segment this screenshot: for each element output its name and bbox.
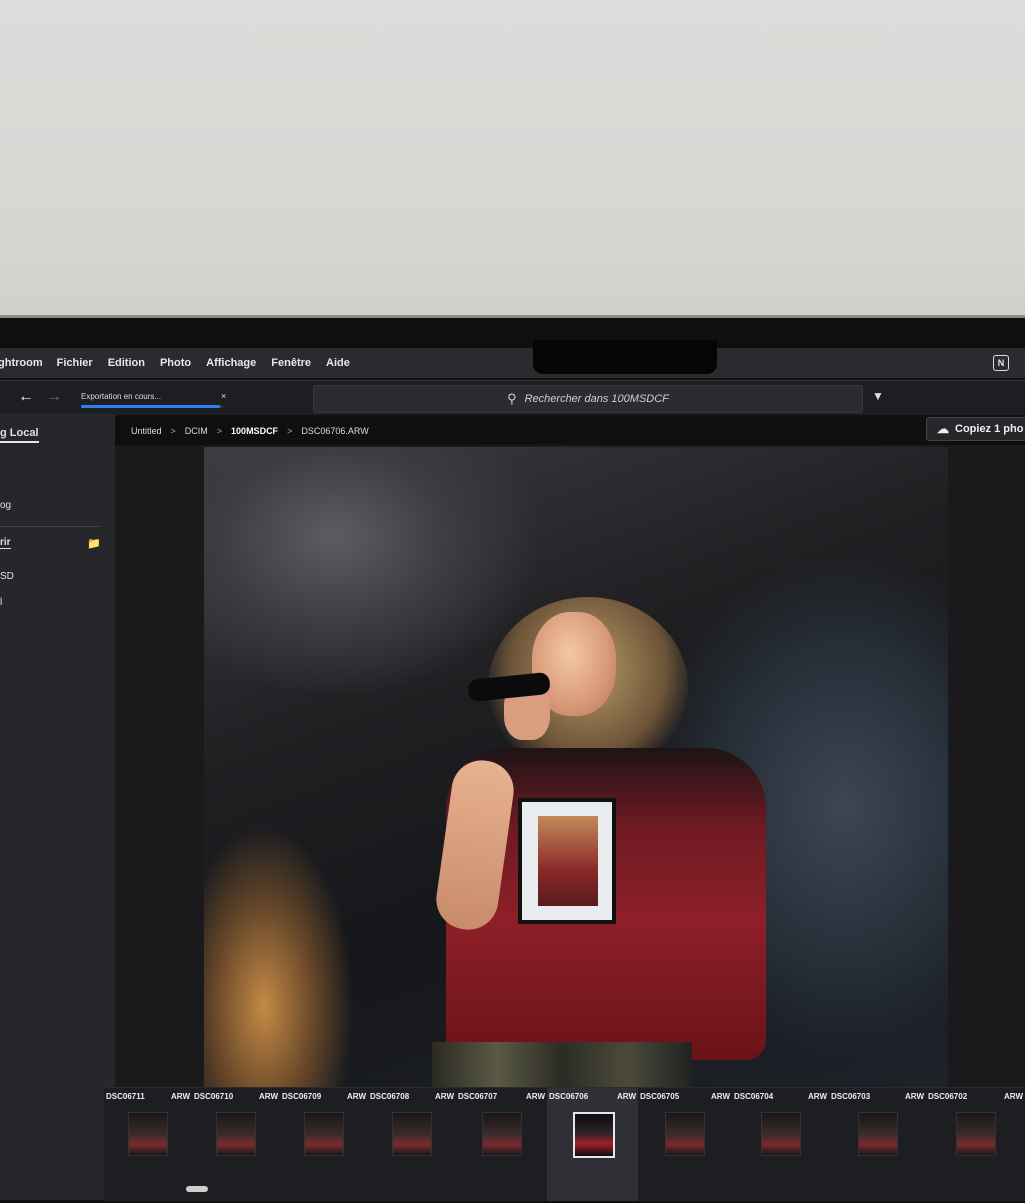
sidebar-item-3[interactable]: SD (0, 571, 14, 582)
thumbnail-extension: ARW (526, 1092, 545, 1101)
menu-affichage[interactable]: Affichage (206, 357, 256, 369)
background-wall (0, 0, 1025, 325)
thumbnail-image (392, 1112, 432, 1156)
breadcrumb-untitled[interactable]: Untitled (131, 426, 162, 436)
notion-icon[interactable]: N (993, 355, 1009, 371)
filmstrip-thumbnail[interactable]: DSC06707 ARW (456, 1088, 547, 1201)
thumbnail-filename: DSC06703 (831, 1092, 871, 1101)
thumbnail-filename: DSC06704 (734, 1092, 774, 1101)
filmstrip-thumbnail[interactable]: DSC06705 ARW (638, 1088, 732, 1201)
menu-photo[interactable]: Photo (160, 357, 191, 369)
app-name[interactable]: ghtroom (0, 357, 43, 369)
forward-arrow-icon[interactable]: → (46, 388, 62, 406)
filmstrip-thumbnail[interactable]: DSC06710 ARW (192, 1088, 280, 1201)
export-progress-bar (81, 405, 223, 408)
thumbnail-filename: DSC06706 (549, 1092, 589, 1101)
search-icon: ⚲ (507, 391, 517, 406)
sidebar-item-2[interactable]: rir (0, 537, 11, 549)
filmstrip-thumbnail[interactable]: DSC06708 ARW (368, 1088, 456, 1201)
thumbnail-image (128, 1112, 168, 1156)
thumbnail-image (572, 1112, 615, 1158)
export-label: Exportation en cours... (81, 392, 162, 401)
thumbnail-image (304, 1112, 344, 1156)
thumbnail-image (481, 1112, 522, 1156)
thumbnail-filename: DSC06709 (282, 1092, 322, 1101)
cloud-upload-icon: ☁ (937, 422, 949, 436)
filmstrip-thumbnail[interactable]: DSC06703 ARW (829, 1088, 926, 1201)
thumbnail-filename: DSC06708 (370, 1092, 410, 1101)
thumbnail-image (760, 1112, 801, 1156)
tab-local[interactable]: g Local (0, 427, 39, 443)
thumbnail-extension: ARW (171, 1092, 190, 1101)
filmstrip-thumbnail[interactable]: DSC06709 ARW (280, 1088, 368, 1201)
export-progress-fill (81, 405, 221, 408)
breadcrumb-file: DSC06706.ARW (301, 426, 369, 436)
thumbnail-extension: ARW (905, 1092, 924, 1101)
thumbnail-extension: ARW (435, 1092, 454, 1101)
thumbnail-filename: DSC06705 (640, 1092, 680, 1101)
filmstrip-thumbnail[interactable]: DSC06711 ARW (104, 1088, 192, 1201)
filmstrip-thumbnail[interactable]: DSC06706 ARW (547, 1088, 638, 1201)
chevron-right-icon: > (216, 426, 223, 436)
filmstrip: DSC06711 ARW DSC06710 ARW DSC06709 ARW DSC0670… (104, 1087, 1025, 1201)
search-input[interactable]: ⚲ Rechercher dans 100MSDCF (313, 385, 863, 413)
menu-fenetre[interactable]: Fenêtre (271, 357, 311, 369)
thumbnail-filename: DSC06702 (928, 1092, 968, 1101)
copy-photo-button[interactable]: ☁ Copiez 1 pho (926, 417, 1025, 441)
menu-bar: ghtroom Fichier Edition Photo Affichage … (0, 348, 1025, 378)
funnel-icon[interactable]: ▼ (872, 389, 884, 403)
chevron-right-icon: > (170, 426, 176, 436)
thumbnail-image (216, 1112, 256, 1156)
filmstrip-thumbnail[interactable]: DSC06704 ARW (732, 1088, 829, 1201)
export-close-icon[interactable]: × (221, 391, 226, 401)
thumbnail-extension: ARW (617, 1092, 636, 1101)
menu-aide[interactable]: Aide (326, 357, 350, 369)
chevron-right-icon: > (287, 426, 293, 436)
filmstrip-thumbnail[interactable]: DSC06702 ARW (926, 1088, 1025, 1201)
divider (0, 526, 100, 527)
menu-fichier[interactable]: Fichier (57, 357, 93, 369)
filmstrip-scrollbar[interactable] (186, 1186, 208, 1192)
copy-button-label: Copiez 1 pho (955, 423, 1024, 435)
thumbnail-filename: DSC06710 (194, 1092, 234, 1101)
left-panel: g Local og rir 📁 SD l (0, 414, 115, 1200)
camera-notch (533, 340, 717, 374)
thumbnail-filename: DSC06711 (106, 1092, 145, 1101)
toolbar: ← → Exportation en cours... × ⚲ Recherch… (0, 380, 1025, 415)
thumbnail-image (665, 1112, 705, 1156)
thumbnail-extension: ARW (808, 1092, 827, 1101)
thumbnail-image (857, 1112, 898, 1156)
thumbnail-filename: DSC06707 (458, 1092, 498, 1101)
breadcrumb-folder[interactable]: 100MSDCF (231, 426, 278, 436)
sidebar-item-1[interactable]: og (0, 500, 11, 511)
photo-shirt-print (518, 798, 616, 924)
breadcrumb-dcim[interactable]: DCIM (185, 426, 208, 436)
breadcrumb: Untitled > DCIM > 100MSDCF > DSC06706.AR… (131, 426, 378, 436)
add-folder-icon[interactable]: 📁 (87, 537, 101, 550)
search-placeholder: Rechercher dans 100MSDCF (524, 393, 669, 405)
sidebar-item-4[interactable]: l (0, 597, 2, 608)
thumbnail-extension: ARW (1004, 1092, 1023, 1101)
thumbnail-extension: ARW (711, 1092, 730, 1101)
menu-edition[interactable]: Edition (108, 357, 145, 369)
export-progress: Exportation en cours... × (81, 391, 227, 408)
thumbnail-image (955, 1112, 996, 1156)
thumbnail-extension: ARW (347, 1092, 366, 1101)
back-arrow-icon[interactable]: ← (18, 388, 34, 406)
thumbnail-extension: ARW (259, 1092, 278, 1101)
